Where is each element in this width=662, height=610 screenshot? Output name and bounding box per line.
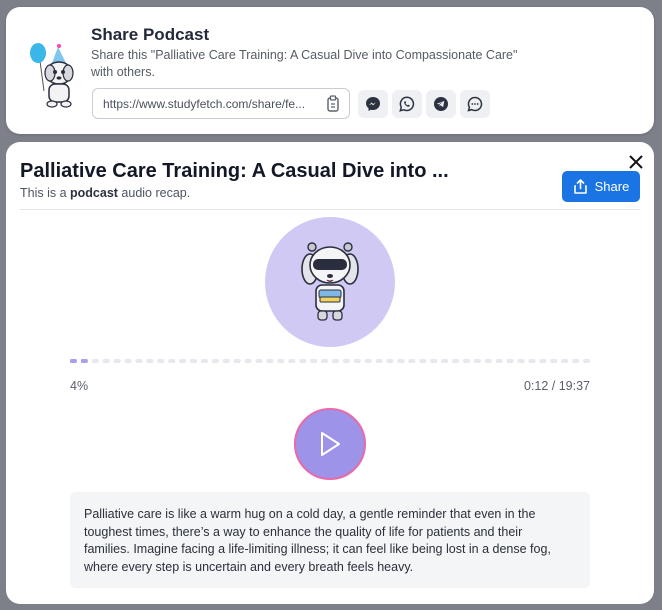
progress-segment [572,359,580,363]
podcast-subtitle: This is a podcast audio recap. [20,186,190,200]
podcast-title: Palliative Care Training: A Casual Dive … [20,160,449,182]
progress-segment [124,359,132,363]
podcast-avatar [265,217,395,347]
share-panel-description: Share this "Palliative Care Training: A … [91,48,518,79]
progress-segment [484,359,492,363]
progress-segment [321,359,328,363]
progress-segment [233,359,241,363]
share-messenger-button[interactable] [358,90,388,118]
progress-segment [157,359,165,363]
progress-segment [255,359,263,363]
progress-segment [211,359,219,363]
share-link-text: https://www.studyfetch.com/share/fe... [103,97,306,111]
progress-segment [539,359,547,363]
progress-bar[interactable] [70,359,590,363]
progress-segment [528,359,536,363]
progress-segment [332,359,339,363]
share-button[interactable]: Share [562,171,640,202]
progress-segment-filled [70,359,77,363]
progress-segment [102,359,110,363]
progress-segment [288,359,296,363]
progress-segment [201,359,208,363]
progress-segment [266,359,274,363]
progress-segment [135,359,143,363]
progress-segment [430,359,438,363]
progress-segment [364,359,372,363]
share-panel-title: Share Podcast [91,25,210,44]
progress-segment [419,359,427,363]
progress-segment [91,359,99,363]
progress-segment [342,359,350,363]
subtitle-bold: podcast [70,186,118,200]
robot-dog-mascot-icon [301,242,359,321]
progress-segment [299,359,307,363]
progress-segment [517,359,525,363]
share-sms-button[interactable] [460,90,490,118]
progress-segment [168,359,176,363]
progress-segment [277,359,285,363]
share-whatsapp-button[interactable] [392,90,422,118]
transcript-box: Palliative care is like a warm hug on a … [70,492,590,588]
progress-segment [397,359,405,363]
podcast-modal: Palliative Care Training: A Casual Dive … [6,142,654,604]
progress-segment [506,359,514,363]
whatsapp-icon [399,96,415,112]
progress-segment [222,359,230,363]
progress-segment-filled [80,359,88,363]
share-link-field[interactable]: https://www.studyfetch.com/share/fe... [92,88,350,119]
share-telegram-button[interactable] [426,90,456,118]
progress-segment [353,359,361,363]
play-icon [321,432,340,456]
progress-percent: 4% [70,379,89,393]
progress-segment [190,359,197,363]
share-podcast-card: Share Podcast Share this "Palliative Car… [6,7,654,134]
play-button[interactable] [294,408,366,480]
progress-segment [495,359,503,363]
progress-segment [146,359,154,363]
transcript-text: Palliative care is like a warm hug on a … [84,507,551,574]
messenger-icon [366,97,380,111]
progress-segment [441,359,449,363]
progress-segment [408,359,416,363]
header-divider [20,209,640,210]
telegram-icon [434,97,448,111]
progress-segment [561,359,569,363]
progress-segment [113,359,121,363]
progress-segment [310,359,318,363]
progress-segment [473,359,481,363]
progress-segment [452,359,459,363]
progress-segment [179,359,187,363]
progress-segment [375,359,383,363]
chat-icon [467,96,483,112]
subtitle-suffix: audio recap. [117,186,191,200]
progress-segment [244,359,252,363]
progress-segment [463,359,470,363]
share-button-label: Share [594,179,630,194]
close-icon[interactable] [626,152,646,172]
progress-segment [550,359,558,363]
progress-segment [386,359,394,363]
share-upload-icon [573,179,587,194]
party-dog-mascot-icon [30,43,74,108]
copy-link-icon[interactable] [325,95,341,113]
subtitle-prefix: This is a [20,186,71,200]
progress-segment [583,359,590,363]
playback-time: 0:12 / 19:37 [523,379,590,393]
